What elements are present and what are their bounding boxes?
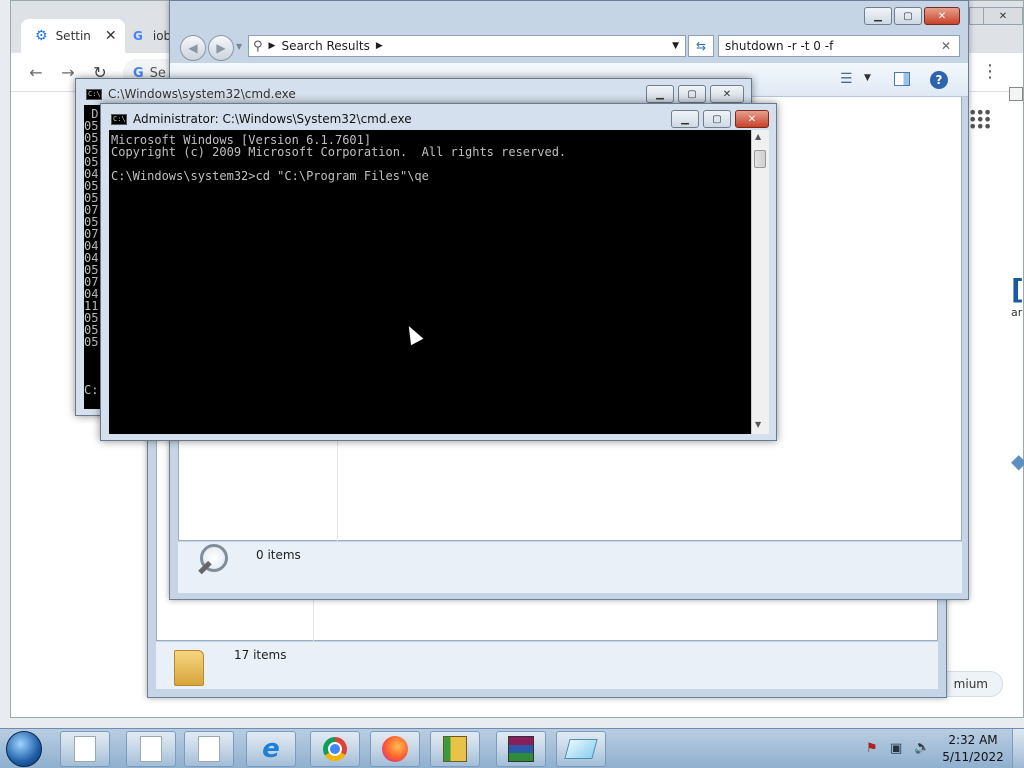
action-center-flag-icon[interactable]: ⚑	[866, 741, 878, 756]
maximize-button[interactable]: ▢	[703, 110, 731, 128]
chrome-icon	[323, 737, 347, 761]
cmd-front-titlebar: C:\ Administrator: C:\Windows\System32\c…	[111, 112, 412, 126]
cmd-icon: C:\	[111, 113, 127, 125]
console-output: Microsoft Windows [Version 6.1.7601] Copy…	[111, 134, 751, 182]
close-button[interactable]: ✕	[735, 110, 769, 128]
cmd-back-titlebar: C:\ C:\Windows\system32\cmd.exe	[86, 87, 296, 101]
taskbar-app[interactable]	[556, 731, 606, 767]
chrome-tab-settings[interactable]: ⚙ Settin ✕	[21, 19, 125, 53]
window-title: C:\Windows\system32\cmd.exe	[108, 87, 296, 101]
taskbar-archive-app[interactable]	[430, 731, 480, 767]
taskbar-winrar[interactable]	[496, 731, 546, 767]
window-title: Administrator: C:\Windows\System32\cmd.e…	[133, 112, 412, 126]
address-path[interactable]: Search Results	[281, 39, 369, 53]
explorer-back-details-pane: 17 items	[156, 641, 938, 689]
minimize-button[interactable]: ▁	[646, 85, 674, 103]
cmd-window-front: C:\ Administrator: C:\Windows\System32\c…	[100, 103, 777, 441]
refresh-button[interactable]: ⇆	[688, 35, 714, 57]
scroll-thumb[interactable]	[754, 150, 766, 168]
taskbar-ie[interactable]: e	[246, 731, 296, 767]
close-button[interactable]: ✕	[710, 85, 744, 103]
side-graphic-fragment: ◆	[1011, 449, 1024, 473]
app-icon	[564, 739, 598, 759]
help-icon[interactable]: ?	[930, 71, 948, 89]
forward-nav-button[interactable]: ▶	[208, 35, 234, 61]
back-nav-button[interactable]: ◀	[180, 35, 206, 61]
show-desktop-button[interactable]	[1012, 729, 1024, 768]
clock[interactable]: 2:32 AM 5/11/2022	[938, 733, 1008, 764]
explorer-front-details-pane: 0 items	[178, 541, 962, 593]
taskbar-explorer-2[interactable]	[126, 731, 176, 767]
tab-close-icon[interactable]: ✕	[105, 28, 117, 44]
refresh-icon: ⇆	[695, 39, 707, 53]
maximize-button[interactable]: ▢	[678, 85, 706, 103]
document-icon	[140, 736, 162, 762]
close-button[interactable]: ✕	[924, 7, 960, 25]
volume-icon[interactable]: 🔈	[914, 740, 930, 755]
taskbar-firefox[interactable]	[370, 731, 420, 767]
clock-date: 5/11/2022	[942, 750, 1004, 764]
vertical-scrollbar[interactable]: ▲ ▼	[751, 130, 769, 434]
chrome-close-button[interactable]: ✕	[983, 7, 1023, 25]
maximize-button[interactable]: ▢	[894, 7, 922, 25]
address-dropdown-icon[interactable]: ▼	[672, 41, 679, 51]
side-text-fragment: ar	[1011, 306, 1023, 319]
minimize-button[interactable]: ▁	[864, 7, 892, 25]
address-bar[interactable]: ⚲ ▶ Search Results ▶ ▼	[248, 35, 686, 57]
cmd-front-console[interactable]: Microsoft Windows [Version 6.1.7601] Copy…	[109, 130, 751, 434]
network-icon[interactable]: ▣	[890, 741, 902, 756]
clock-time: 2:32 AM	[948, 733, 998, 747]
folder-icon	[174, 650, 204, 686]
search-input[interactable]: shutdown -r -t 0 -f	[725, 39, 833, 53]
scroll-down-arrow-icon[interactable]: ▼	[755, 420, 761, 429]
document-icon	[198, 736, 220, 762]
gear-icon: ⚙	[35, 28, 48, 44]
taskbar-explorer-3[interactable]	[184, 731, 234, 767]
document-icon	[74, 736, 96, 762]
view-options-icon[interactable]: ☰	[840, 71, 853, 87]
status-item-count: 0 items	[256, 548, 301, 562]
clear-search-icon[interactable]: ✕	[941, 39, 951, 53]
cmd-icon: C:\	[86, 88, 102, 100]
taskbar: e ⚑ ▣ 🔈 2:32 AM 5/11/2022	[0, 728, 1024, 768]
logo-fragment: [	[1011, 273, 1024, 306]
console-line: Copyright (c) 2009 Microsoft Corporation…	[111, 145, 567, 159]
winrar-icon	[508, 736, 534, 762]
apps-grid-icon[interactable]: ••• ••• •••	[968, 105, 992, 135]
breadcrumb-chevron-icon[interactable]: ▶	[376, 41, 383, 51]
view-dropdown-icon[interactable]: ▼	[864, 73, 871, 83]
status-item-count: 17 items	[234, 648, 287, 662]
tab-label: Settin	[55, 29, 91, 43]
archive-icon	[443, 736, 467, 762]
firefox-icon	[382, 736, 408, 762]
console-line: C:\Windows\system32>cd "C:\Program Files…	[111, 169, 429, 183]
back-arrow-icon[interactable]: ←	[25, 61, 47, 83]
taskbar-explorer-1[interactable]	[60, 731, 110, 767]
recent-pages-chevron-icon[interactable]: ▼	[236, 42, 242, 51]
start-orb-icon[interactable]	[6, 731, 42, 767]
scroll-up-arrow-icon[interactable]: ▲	[755, 132, 761, 141]
preview-pane-icon[interactable]	[894, 72, 910, 86]
premium-label: mium	[953, 677, 988, 691]
chrome-menu-icon[interactable]: ⋮	[981, 61, 999, 82]
taskbar-chrome[interactable]	[310, 731, 360, 767]
minimize-button[interactable]: ▁	[671, 110, 699, 128]
google-icon: G	[133, 29, 143, 43]
search-box[interactable]: shutdown -r -t 0 -f ✕	[718, 35, 960, 57]
internet-explorer-icon: e	[262, 734, 280, 764]
breadcrumb-chevron-icon: ▶	[268, 41, 276, 51]
search-magnifier-icon: ⚲	[253, 38, 263, 54]
chrome-side-button[interactable]	[1009, 87, 1023, 101]
